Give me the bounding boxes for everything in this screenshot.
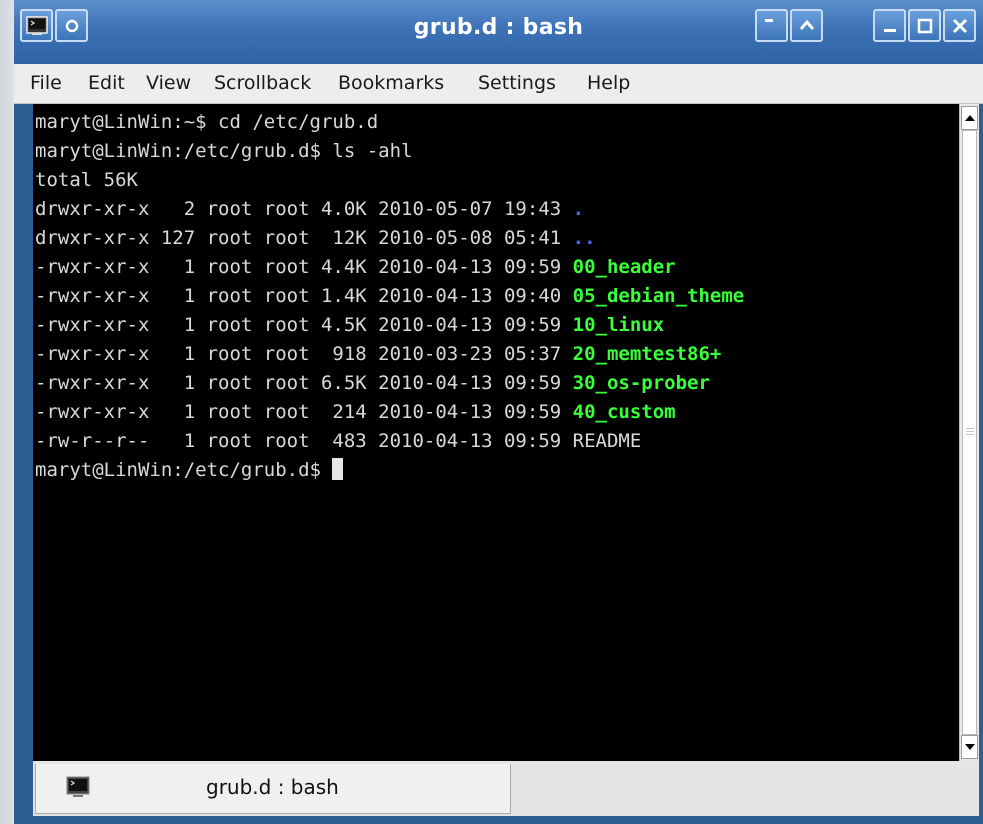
scroll-up-button[interactable]	[961, 106, 978, 130]
listing-row: drwxr-xr-x 2 root root 4.0K 2010-05-07 1…	[35, 198, 585, 220]
terminal-icon	[66, 776, 90, 797]
title-bar[interactable]: grub.d : bash	[14, 0, 983, 64]
maximize-icon	[917, 18, 932, 33]
scroll-down-button[interactable]	[961, 735, 978, 759]
thumb-grip	[966, 434, 974, 435]
minimize-icon	[883, 28, 896, 32]
menu-bookmarks[interactable]: Bookmarks	[338, 72, 444, 94]
menu-edit[interactable]: Edit	[88, 72, 125, 94]
thumb-grip	[966, 431, 974, 432]
close-icon	[952, 18, 967, 33]
menu-scrollback[interactable]: Scrollback	[214, 72, 311, 94]
scroll-thumb[interactable]	[962, 130, 977, 735]
text-cursor	[332, 458, 344, 480]
menu-bar: File Edit View Scrollback Bookmarks Sett…	[14, 64, 983, 104]
menu-file[interactable]: File	[30, 72, 62, 94]
listing-row: -rwxr-xr-x 1 root root 4.5K 2010-04-13 0…	[35, 314, 665, 336]
maximize-button[interactable]	[908, 9, 941, 42]
directory-name: .	[572, 198, 585, 220]
menu-help[interactable]: Help	[587, 72, 630, 94]
minimize-button[interactable]	[873, 9, 906, 42]
tab-label: grub.d : bash	[206, 775, 339, 799]
terminal-line: maryt@LinWin:~$ cd /etc/grub.d	[35, 111, 379, 133]
shade-up-button[interactable]	[790, 9, 823, 42]
listing-row: drwxr-xr-x 127 root root 12K 2010-05-08 …	[35, 227, 596, 249]
terminal-output[interactable]: maryt@LinWin:~$ cd /etc/grub.d maryt@Lin…	[33, 104, 959, 761]
thumb-grip	[966, 428, 974, 429]
tab-bar: grub.d : bash	[33, 761, 979, 816]
executable-name: 10_linux	[572, 314, 665, 336]
executable-name: 20_memtest86+	[572, 343, 722, 365]
terminal-window: grub.d : bash File Edit View Scrollback …	[14, 0, 983, 824]
vertical-scrollbar[interactable]	[959, 104, 979, 761]
directory-name: ..	[572, 227, 596, 249]
file-name: README	[572, 430, 642, 452]
executable-name: 05_debian_theme	[572, 285, 745, 307]
terminal-line: maryt@LinWin:/etc/grub.d$ ls -ahl	[35, 140, 413, 162]
triangle-up-icon	[964, 115, 975, 121]
listing-row: -rwxr-xr-x 1 root root 1.4K 2010-04-13 0…	[35, 285, 745, 307]
listing-row: -rw-r--r-- 1 root root 483 2010-04-13 09…	[35, 430, 642, 452]
listing-row: -rwxr-xr-x 1 root root 4.4K 2010-04-13 0…	[35, 256, 676, 278]
prompt-line[interactable]: maryt@LinWin:/etc/grub.d$	[35, 456, 344, 485]
triangle-down-icon	[964, 744, 975, 750]
executable-name: 30_os-prober	[572, 372, 710, 394]
executable-name: 00_header	[572, 256, 676, 278]
shade-icon	[764, 18, 773, 22]
listing-row: -rwxr-xr-x 1 root root 918 2010-03-23 05…	[35, 343, 722, 365]
listing-row: -rwxr-xr-x 1 root root 6.5K 2010-04-13 0…	[35, 372, 710, 394]
tab-grub-bash[interactable]: grub.d : bash	[35, 764, 511, 814]
close-button[interactable]	[943, 9, 976, 42]
window-title: grub.d : bash	[413, 15, 584, 40]
menu-view[interactable]: View	[146, 72, 191, 94]
listing-row: -rwxr-xr-x 1 root root 214 2010-04-13 09…	[35, 401, 676, 423]
menu-settings[interactable]: Settings	[478, 72, 556, 94]
executable-name: 40_custom	[572, 401, 676, 423]
terminal-line: total 56K	[35, 169, 138, 191]
shade-button[interactable]	[755, 9, 788, 42]
chevron-up-icon	[799, 19, 814, 30]
